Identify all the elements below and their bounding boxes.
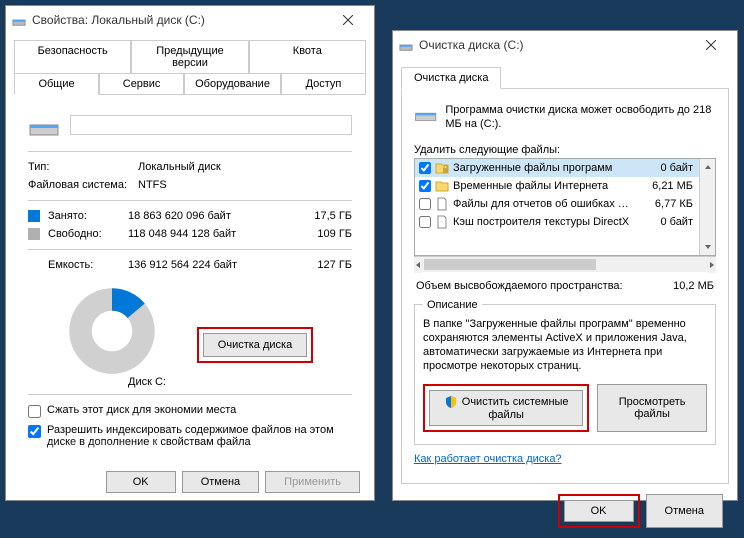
file-checkbox[interactable] xyxy=(419,162,431,174)
tab-strip: Безопасность Предыдущие версии Квота Общ… xyxy=(6,34,374,94)
cancel-button[interactable]: Отмена xyxy=(182,471,259,493)
drive-label-input[interactable] xyxy=(70,115,352,135)
dialog-buttons: OK Отмена xyxy=(393,484,737,538)
ok-button[interactable]: OK xyxy=(564,500,634,522)
usage-pie-chart xyxy=(67,286,157,376)
disk-chart-label: Диск C: xyxy=(128,376,166,388)
file-name: Кэш построителя текстуры DirectX xyxy=(453,216,633,228)
summary-text: Программа очистки диска может освободить… xyxy=(445,103,716,132)
ok-highlight: OK xyxy=(558,494,640,528)
tab-content: Тип:Локальный диск Файловая система:NTFS… xyxy=(14,94,366,461)
watermark: VIARUM xyxy=(20,433,184,475)
file-name: Файлы для отчетов об ошибках Win... xyxy=(453,198,633,210)
apply-button[interactable]: Применить xyxy=(265,471,360,493)
free-swatch xyxy=(28,228,40,240)
how-it-works-link[interactable]: Как работает очистка диска? xyxy=(414,453,562,465)
close-button[interactable] xyxy=(691,31,731,59)
fs-value: NTFS xyxy=(138,179,352,191)
window-title: Свойства: Локальный диск (C:) xyxy=(32,13,328,27)
horizontal-scrollbar[interactable] xyxy=(414,256,716,272)
free-label: Свободно: xyxy=(48,228,128,240)
file-checkbox[interactable] xyxy=(419,198,431,210)
disk-icon xyxy=(12,13,26,27)
scroll-down-button[interactable] xyxy=(700,239,715,255)
file-icon xyxy=(435,215,449,229)
shield-icon xyxy=(444,395,458,409)
file-row[interactable]: Временные файлы Интернета 6,21 МБ xyxy=(415,177,699,195)
scroll-up-button[interactable] xyxy=(700,159,715,175)
cancel-button[interactable]: Отмена xyxy=(646,494,723,528)
tab-security[interactable]: Безопасность xyxy=(14,40,131,74)
description-text: В папке "Загруженные файлы программ" вре… xyxy=(423,317,707,374)
used-label: Занято: xyxy=(48,210,128,222)
file-name: Временные файлы Интернета xyxy=(453,180,633,192)
capacity-label: Емкость: xyxy=(48,259,128,271)
file-size: 0 байт xyxy=(637,162,695,174)
file-row[interactable]: Загруженные файлы программ 0 байт xyxy=(415,159,699,177)
cleanup-icon xyxy=(399,38,413,52)
used-bytes: 18 863 620 096 байт xyxy=(128,210,302,222)
clean-system-files-button[interactable]: Очистить системные файлы xyxy=(429,390,583,426)
view-files-button[interactable]: Просмотреть файлы xyxy=(597,384,707,432)
tab-tools[interactable]: Сервис xyxy=(99,73,184,95)
cleanup-highlight: Очистка диска xyxy=(197,327,313,363)
compress-checkbox[interactable] xyxy=(28,405,41,418)
file-list[interactable]: Загруженные файлы программ 0 байт Временны… xyxy=(414,158,716,256)
window-title: Очистка диска (C:) xyxy=(419,38,691,52)
drive-icon xyxy=(414,103,437,127)
delete-label: Удалить следующие файлы: xyxy=(414,142,716,158)
scroll-left-button[interactable] xyxy=(414,257,422,273)
tab-content: Программа очистки диска может освободить… xyxy=(401,88,729,484)
used-gb: 17,5 ГБ xyxy=(302,210,352,222)
titlebar[interactable]: Свойства: Локальный диск (C:) xyxy=(6,6,374,34)
file-name: Загруженные файлы программ xyxy=(453,162,633,174)
type-label: Тип: xyxy=(28,161,138,173)
used-swatch xyxy=(28,210,40,222)
tab-sharing[interactable]: Доступ xyxy=(281,73,366,95)
vertical-scrollbar[interactable] xyxy=(699,159,715,255)
fs-label: Файловая система: xyxy=(28,179,138,191)
close-button[interactable] xyxy=(328,6,368,34)
total-value: 10,2 МБ xyxy=(673,280,714,292)
file-icon xyxy=(435,161,449,175)
tab-quota[interactable]: Квота xyxy=(249,40,366,74)
type-value: Локальный диск xyxy=(138,161,352,173)
tab-prev-versions[interactable]: Предыдущие версии xyxy=(131,40,248,74)
titlebar[interactable]: Очистка диска (C:) xyxy=(393,31,737,59)
tab-hardware[interactable]: Оборудование xyxy=(184,73,281,95)
tab-strip: Очистка диска xyxy=(393,59,737,88)
capacity-bytes: 136 912 564 224 байт xyxy=(128,259,302,271)
file-checkbox[interactable] xyxy=(419,180,431,192)
compress-label: Сжать этот диск для экономии места xyxy=(47,404,236,416)
file-size: 6,77 КБ xyxy=(637,198,695,210)
file-icon xyxy=(435,179,449,193)
scroll-thumb[interactable] xyxy=(424,259,596,270)
cleanup-window: Очистка диска (C:) Очистка диска Програм… xyxy=(392,30,738,501)
file-size: 0 байт xyxy=(637,216,695,228)
sysfiles-highlight: Очистить системные файлы xyxy=(423,384,589,432)
description-title: Описание xyxy=(423,299,482,311)
tab-general[interactable]: Общие xyxy=(14,73,99,95)
file-checkbox[interactable] xyxy=(419,216,431,228)
capacity-gb: 127 ГБ xyxy=(302,259,352,271)
scroll-right-button[interactable] xyxy=(708,257,716,273)
file-row[interactable]: Файлы для отчетов об ошибках Win... 6,77 … xyxy=(415,195,699,213)
disk-cleanup-button[interactable]: Очистка диска xyxy=(203,333,307,357)
file-row[interactable]: Кэш построителя текстуры DirectX 0 байт xyxy=(415,213,699,231)
free-gb: 109 ГБ xyxy=(302,228,352,240)
total-label: Объем высвобождаемого пространства: xyxy=(416,280,623,292)
properties-window: Свойства: Локальный диск (C:) Безопаснос… xyxy=(5,5,375,501)
tab-cleanup[interactable]: Очистка диска xyxy=(401,67,501,89)
free-bytes: 118 048 944 128 байт xyxy=(128,228,302,240)
file-icon xyxy=(435,197,449,211)
drive-icon xyxy=(28,111,60,139)
description-group: Описание В папке "Загруженные файлы прог… xyxy=(414,304,716,445)
file-size: 6,21 МБ xyxy=(637,180,695,192)
